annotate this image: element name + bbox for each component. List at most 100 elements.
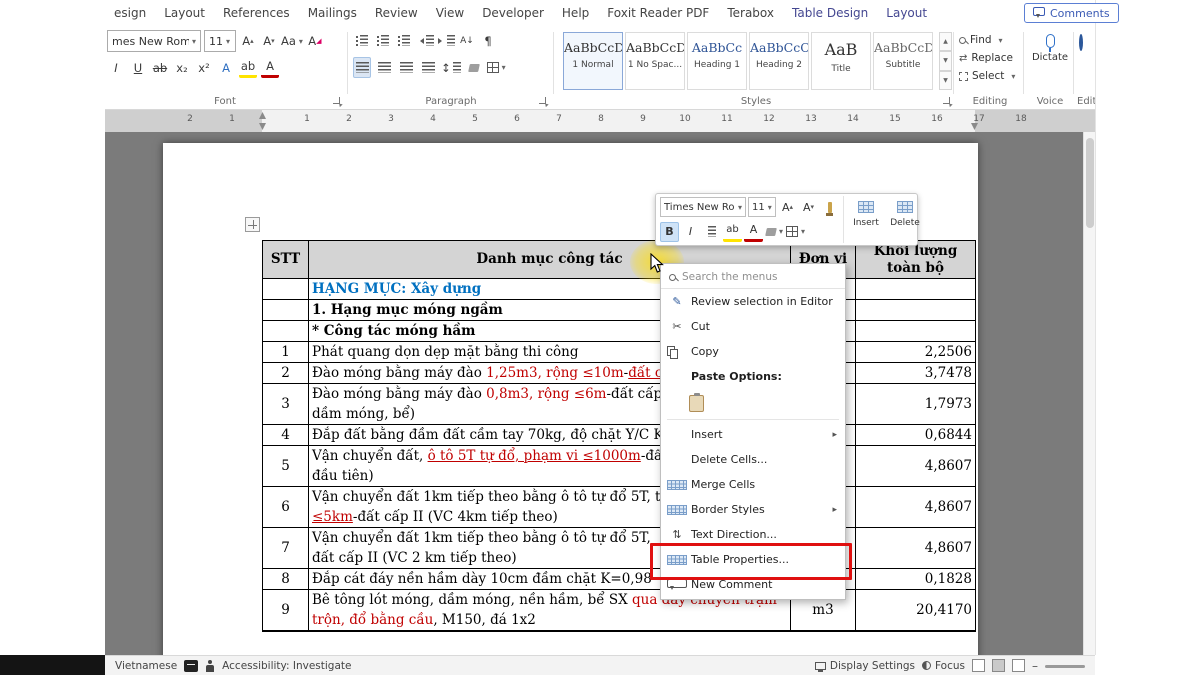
style-title[interactable]: AaBTitle <box>811 32 871 90</box>
mini-italic-button[interactable]: I <box>681 222 700 242</box>
menu-item-insert[interactable]: Insert▸ <box>661 422 845 447</box>
vertical-scrollbar[interactable] <box>1083 132 1095 655</box>
underline-button[interactable]: U <box>129 57 147 78</box>
cell-stt[interactable]: 3 <box>263 384 309 425</box>
scroll-up-icon[interactable]: ▲ <box>939 32 952 51</box>
clear-formatting-button[interactable]: A◢ <box>306 31 324 52</box>
replace-button[interactable]: ⇄Replace <box>959 49 1015 67</box>
horizontal-ruler[interactable]: 21123456789101112131415161718 <box>105 110 1095 132</box>
cell-stt[interactable]: 2 <box>263 363 309 384</box>
cell-quantity[interactable]: 2,2506 <box>856 342 976 363</box>
tab-mailings[interactable]: Mailings <box>299 6 366 20</box>
mini-shrink-font-button[interactable]: A▾ <box>799 197 818 217</box>
cell-stt[interactable]: 6 <box>263 487 309 528</box>
find-button[interactable]: Find▾ <box>959 31 1015 49</box>
justify-button[interactable] <box>419 57 437 78</box>
tab-review[interactable]: Review <box>366 6 427 20</box>
mini-font-size-combo[interactable]: 11▾ <box>748 197 776 217</box>
tab-help[interactable]: Help <box>553 6 598 20</box>
cell-quantity[interactable]: 4,8607 <box>856 446 976 487</box>
dictate-button[interactable]: Dictate <box>1027 34 1073 63</box>
cell-quantity[interactable] <box>856 279 976 300</box>
cell-quantity[interactable] <box>856 321 976 342</box>
styles-gallery-scroll[interactable]: ▲ ▼ ▼ <box>939 32 952 90</box>
cell-stt[interactable] <box>263 279 309 300</box>
shading-button[interactable] <box>465 57 483 78</box>
menu-item-paste-options[interactable]: Paste Options: <box>661 364 845 389</box>
style-heading-2[interactable]: AaBbCcCHeading 2 <box>749 32 809 90</box>
text-highlight-button[interactable]: ab <box>239 57 257 78</box>
gallery-expand-icon[interactable]: ▼ <box>939 71 952 90</box>
align-right-button[interactable] <box>397 57 415 78</box>
zoom-slider[interactable] <box>1045 665 1085 668</box>
header-stt[interactable]: STT <box>263 241 309 279</box>
shrink-font-button[interactable]: A▾ <box>260 31 278 52</box>
header-khoi-luong-toan-bo[interactable]: Khối lượng toàn bộ <box>856 241 976 279</box>
tab-layout[interactable]: Layout <box>877 6 936 20</box>
cell-quantity[interactable]: 4,8607 <box>856 487 976 528</box>
tab-foxit-reader-pdf[interactable]: Foxit Reader PDF <box>598 6 718 20</box>
cell-quantity[interactable]: 0,1828 <box>856 569 976 590</box>
display-settings-button[interactable]: Display Settings <box>815 660 915 672</box>
italic-button[interactable]: I <box>107 57 125 78</box>
style-1-normal[interactable]: AaBbCcDd1 Normal <box>563 32 623 90</box>
tab-terabox[interactable]: Terabox <box>718 6 783 20</box>
tab-table-design[interactable]: Table Design <box>783 6 877 20</box>
format-painter-button[interactable] <box>820 197 839 217</box>
font-size-combo[interactable]: 11▾ <box>204 30 236 52</box>
zoom-out-button[interactable]: – <box>1032 659 1038 673</box>
tab-developer[interactable]: Developer <box>473 6 553 20</box>
cell-stt[interactable]: 4 <box>263 425 309 446</box>
change-case-button[interactable]: Aa▾ <box>281 31 303 52</box>
mini-highlight-button[interactable]: ab <box>723 222 742 242</box>
cell-quantity[interactable] <box>856 631 976 632</box>
text-effects-button[interactable]: A <box>217 57 235 78</box>
cell-quantity[interactable]: 20,4170 <box>856 590 976 631</box>
menu-search-input[interactable]: Search the menus <box>661 266 845 289</box>
cell-unit[interactable] <box>791 631 856 632</box>
focus-button[interactable]: Focus <box>922 660 965 672</box>
cell-stt[interactable]: 1 <box>263 342 309 363</box>
cell-quantity[interactable] <box>856 300 976 321</box>
subscript-button[interactable]: x₂ <box>173 57 191 78</box>
mini-shading-button[interactable]: ▾ <box>765 222 784 242</box>
mini-borders-button[interactable]: ▾ <box>786 222 805 242</box>
paste-option-button[interactable] <box>661 389 845 417</box>
menu-item-border-styles[interactable]: Border Styles▸ <box>661 497 845 522</box>
style-1-no-spac[interactable]: AaBbCcDd1 No Spac... <box>625 32 685 90</box>
numbering-button[interactable] <box>374 30 392 51</box>
scroll-down-icon[interactable]: ▼ <box>939 51 952 70</box>
cell-stt[interactable]: 8 <box>263 569 309 590</box>
mini-grow-font-button[interactable]: A▴ <box>778 197 797 217</box>
decrease-indent-button[interactable] <box>416 30 434 51</box>
tab-references[interactable]: References <box>214 6 299 20</box>
editor-button[interactable] <box>1079 36 1083 49</box>
cell-quantity[interactable]: 1,7973 <box>856 384 976 425</box>
menu-item-copy[interactable]: Copy <box>661 339 845 364</box>
tab-esign[interactable]: esign <box>105 6 155 20</box>
bullets-button[interactable] <box>353 30 371 51</box>
menu-item-review-selection-in-editor[interactable]: Review selection in Editor <box>661 289 845 314</box>
mini-bold-button[interactable]: B <box>660 222 679 242</box>
style-subtitle[interactable]: AaBbCcDdSubtitle <box>873 32 933 90</box>
cell-description[interactable] <box>309 631 791 632</box>
cell-stt[interactable]: 7 <box>263 528 309 569</box>
menu-item-merge-cells[interactable]: Merge Cells <box>661 472 845 497</box>
font-name-combo[interactable]: mes New Romar▾ <box>107 30 201 52</box>
tab-layout[interactable]: Layout <box>155 6 214 20</box>
borders-button[interactable]: ▾ <box>487 57 506 78</box>
font-color-button[interactable]: A <box>261 57 279 78</box>
mini-list-button[interactable] <box>702 222 721 242</box>
multilevel-list-button[interactable] <box>395 30 413 51</box>
mini-font-color-button[interactable]: A <box>744 222 763 242</box>
read-mode-button[interactable] <box>972 659 985 672</box>
show-marks-button[interactable]: ¶ <box>479 30 497 51</box>
language-status[interactable]: Vietnamese <box>115 660 177 672</box>
style-heading-1[interactable]: AaBbCcHeading 1 <box>687 32 747 90</box>
strikethrough-button[interactable]: ab <box>151 57 169 78</box>
cell-quantity[interactable]: 0,6844 <box>856 425 976 446</box>
select-button[interactable]: Select▾ <box>959 67 1015 85</box>
paragraph-dialog-launcher-icon[interactable] <box>539 97 548 106</box>
accessibility-status[interactable]: Accessibility: Investigate <box>222 660 351 672</box>
sort-button[interactable]: A↓ <box>458 30 476 51</box>
